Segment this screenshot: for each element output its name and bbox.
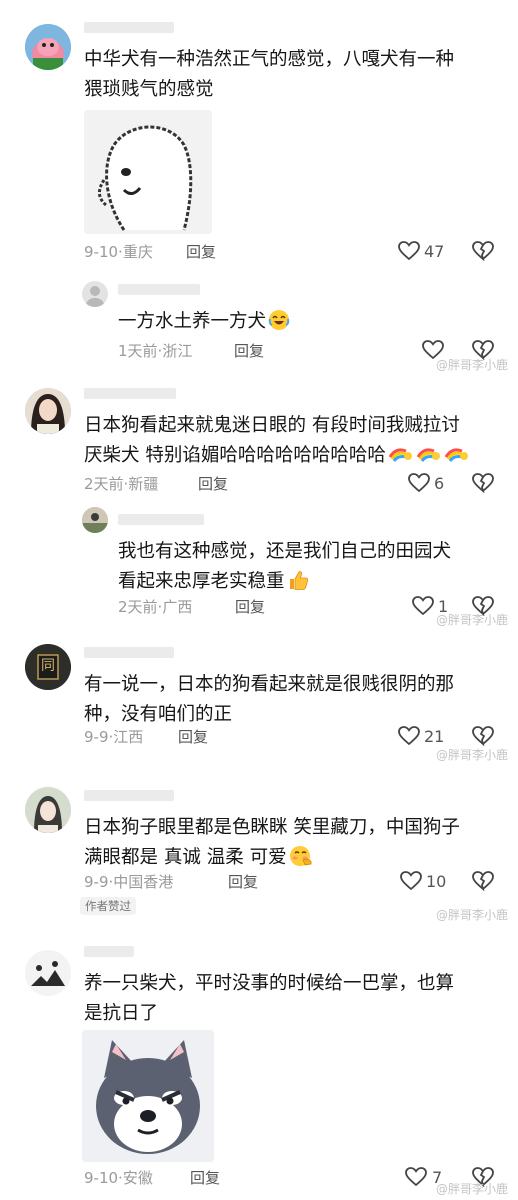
comment-text-line: 日本狗子眼里都是色眯眯 笑里藏刀，中国狗子 (84, 817, 460, 838)
heart-icon[interactable] (398, 241, 420, 265)
comment-meta: 9-10·安徽 (84, 1169, 153, 1187)
sticker-image[interactable] (84, 110, 212, 234)
reply-button[interactable]: 回复 (228, 872, 258, 892)
heart-icon[interactable] (412, 596, 434, 620)
reply-text: 一方水土养一方犬 (118, 306, 290, 341)
ghost-sticker-icon (84, 110, 212, 234)
author-liked-badge: 作者赞过 (80, 897, 136, 915)
comment-text-line: 是抗日了 (84, 1003, 159, 1024)
avatar[interactable] (25, 950, 71, 996)
comment-text-line: 养一只柴犬，平时没事的时候给一巴掌，也算 (84, 973, 455, 994)
watermark: @胖哥李小鹿 (436, 613, 509, 627)
laughing-crying-emoji (268, 309, 290, 341)
thumbs-up-emoji (287, 569, 309, 601)
reply-button[interactable]: 回复 (234, 341, 264, 361)
comment-text-line: 猥琐贱气的感觉 (84, 79, 214, 100)
rainbow-emoji (388, 443, 472, 475)
avatar[interactable] (25, 787, 71, 833)
watermark: @胖哥李小鹿 (436, 908, 509, 922)
broken-heart-icon[interactable] (472, 473, 494, 497)
comment-text-line: 厌柴犬 特别谄媚哈哈哈哈哈哈哈哈哈 (84, 440, 472, 475)
username[interactable] (84, 22, 174, 33)
reply-meta: 2天前·广西 (118, 598, 193, 616)
comment-meta: 9-9·江西 (84, 728, 144, 746)
heart-icon[interactable] (400, 871, 422, 895)
broken-heart-icon[interactable] (472, 871, 494, 895)
comment-text-line: 日本狗看起来就鬼迷日眼的 有段时间我贼拉讨 (84, 415, 460, 436)
comment-text-line: 中华犬有一种浩然正气的感觉，八嘎犬有一种 (84, 49, 455, 70)
reply-text-line: 我也有这种感觉，还是我们自己的田园犬 (118, 541, 452, 562)
comment-meta: 9-10·重庆 (84, 243, 153, 261)
avatar[interactable]: 同 (25, 644, 71, 690)
like-count: 21 (424, 727, 445, 746)
avatar-glyph: 同 (41, 658, 55, 674)
reply-username[interactable] (118, 514, 204, 525)
avatar[interactable] (25, 24, 71, 70)
watermark: @胖哥李小鹿 (436, 358, 509, 372)
like-count: 47 (424, 242, 445, 261)
username[interactable] (84, 790, 174, 801)
reply-avatar[interactable] (82, 281, 108, 307)
avatar[interactable] (25, 388, 71, 434)
heart-icon[interactable] (398, 726, 420, 750)
reply-button[interactable]: 回复 (178, 727, 208, 747)
username[interactable] (84, 946, 134, 957)
comment-text-line: 有一说一，日本的狗看起来就是很贱很阴的那 (84, 674, 455, 695)
comment-meta: 2天前·新疆 (84, 475, 159, 493)
shiba-dog-sticker-icon (82, 1030, 214, 1162)
like-count: 10 (426, 872, 447, 891)
reply-username[interactable] (118, 284, 200, 295)
like-count: 6 (434, 474, 445, 493)
watermark: @胖哥李小鹿 (436, 748, 509, 762)
reply-button[interactable]: 回复 (235, 597, 265, 617)
reply-button[interactable]: 回复 (198, 474, 228, 494)
comment-meta: 9-9·中国香港 (84, 873, 174, 891)
reply-meta: 1天前·浙江 (118, 342, 193, 360)
reply-button[interactable]: 回复 (190, 1168, 220, 1188)
reply-avatar[interactable] (82, 507, 108, 533)
sticker-image[interactable] (82, 1030, 214, 1162)
username[interactable] (84, 388, 176, 399)
comment-text-line: 种，没有咱们的正 (84, 704, 233, 725)
shy-emoji (289, 845, 313, 877)
reply-button[interactable]: 回复 (186, 242, 216, 262)
reply-text-line: 看起来忠厚老实稳重 (118, 566, 309, 601)
broken-heart-icon[interactable] (472, 241, 494, 265)
watermark: @胖哥李小鹿 (436, 1182, 509, 1196)
heart-icon[interactable] (408, 473, 430, 497)
username[interactable] (84, 647, 174, 658)
heart-icon[interactable] (405, 1167, 427, 1191)
